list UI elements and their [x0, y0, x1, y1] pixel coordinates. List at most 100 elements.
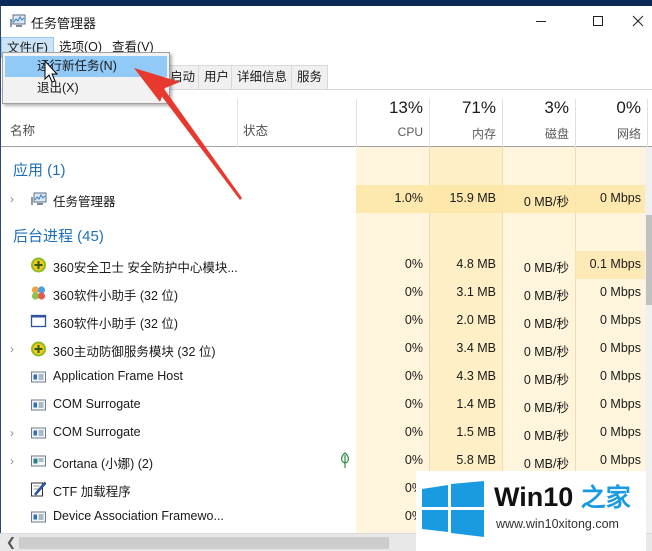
network-value: 0 Mbps — [600, 341, 641, 355]
disk-value: 0 MB/秒 — [523, 261, 569, 275]
maximize-icon — [593, 16, 603, 26]
maximize-button[interactable] — [575, 6, 621, 36]
process-row[interactable]: › 任务管理器 1.0% 15.9 MB 0 MB/秒 0 Mbps — [1, 185, 645, 213]
minimize-icon — [536, 21, 546, 22]
process-name: 360软件小助手 (32 位) — [53, 317, 179, 331]
process-name: Application Frame Host — [53, 369, 183, 383]
close-button[interactable] — [621, 6, 652, 36]
column-divider — [237, 99, 238, 147]
360-shield-icon — [31, 341, 46, 357]
window-title: 任务管理器 — [31, 16, 97, 31]
column-status[interactable]: 状态 — [243, 120, 268, 139]
cpu-value: 0% — [404, 425, 423, 439]
cpu-value: 0% — [404, 397, 423, 411]
app-frame-icon — [31, 427, 46, 439]
network-value: 0.1 Mbps — [589, 257, 641, 271]
watermark-title-en: Win10 — [494, 482, 574, 512]
menu-item-run-new-task[interactable]: 运行新任务(N) — [5, 56, 167, 77]
process-row[interactable]: Application Frame Host 0% 4.3 MB 0 MB/秒 … — [1, 363, 645, 391]
watermark-title: Win10 之家 — [494, 478, 631, 514]
cpu-label: CPU — [397, 125, 423, 139]
column-name[interactable]: 名称 — [10, 120, 35, 139]
cortana-icon — [31, 455, 46, 467]
column-cpu[interactable]: 13% CPU — [353, 98, 423, 139]
tab-services[interactable]: 服务 — [291, 65, 329, 89]
disk-value: 0 MB/秒 — [523, 289, 569, 303]
process-name: 360主动防御服务模块 (32 位) — [53, 345, 216, 359]
column-disk[interactable]: 3% 磁盘 — [499, 98, 569, 142]
memory-value: 2.0 MB — [456, 313, 496, 327]
cpu-value: 0% — [404, 285, 423, 299]
360-apps-icon — [31, 286, 46, 300]
title-bar: 任务管理器 — [1, 6, 652, 36]
network-value: 0 Mbps — [600, 453, 641, 467]
process-row[interactable]: 360软件小助手 (32 位) 0% 3.1 MB 0 MB/秒 0 Mbps — [1, 279, 645, 307]
expand-chevron-icon[interactable]: › — [10, 426, 14, 440]
memory-value: 15.9 MB — [449, 191, 496, 205]
column-network[interactable]: 0% 网络 — [571, 98, 641, 142]
minimize-button[interactable] — [518, 6, 564, 36]
process-row[interactable]: › 360主动防御服务模块 (32 位) 0% 3.4 MB 0 MB/秒 0 … — [1, 335, 645, 363]
process-row[interactable]: 360安全卫士 安全防护中心模块... 0% 4.8 MB 0 MB/秒 0.1… — [1, 251, 645, 279]
process-row[interactable]: COM Surrogate 0% 1.4 MB 0 MB/秒 0 Mbps — [1, 391, 645, 419]
file-menu-dropdown: 运行新任务(N) 退出(X) — [2, 52, 170, 104]
window-icon — [30, 314, 47, 328]
app-frame-icon — [31, 371, 46, 383]
tab-details[interactable]: 详细信息 — [231, 65, 294, 89]
memory-label: 内存 — [471, 127, 496, 141]
horizontal-scroll-thumb[interactable] — [19, 537, 389, 549]
cpu-total-percent: 13% — [388, 98, 423, 117]
column-memory[interactable]: 71% 内存 — [426, 98, 496, 142]
cpu-value: 0% — [404, 313, 423, 327]
group-header-apps: 应用 (1) — [13, 162, 66, 179]
network-value: 0 Mbps — [600, 397, 641, 411]
disk-value: 0 MB/秒 — [523, 401, 569, 415]
expand-chevron-icon[interactable]: › — [10, 454, 14, 468]
cpu-value: 0% — [404, 257, 423, 271]
app-frame-icon — [31, 399, 46, 411]
process-row[interactable]: › COM Surrogate 0% 1.5 MB 0 MB/秒 0 Mbps — [1, 419, 645, 447]
memory-value: 4.3 MB — [456, 369, 496, 383]
cpu-value: 0% — [404, 481, 423, 495]
cpu-value: 0% — [404, 509, 423, 523]
process-name: Cortana (小娜) (2) — [53, 457, 154, 471]
process-row[interactable]: 360软件小助手 (32 位) 0% 2.0 MB 0 MB/秒 0 Mbps — [1, 307, 645, 335]
network-label: 网络 — [616, 127, 641, 141]
menu-item-exit[interactable]: 退出(X) — [5, 78, 167, 99]
expand-chevron-icon[interactable]: › — [10, 192, 14, 206]
scroll-left-arrow-icon[interactable]: ❮ — [6, 535, 16, 549]
process-name: COM Surrogate — [53, 425, 141, 439]
disk-value: 0 MB/秒 — [523, 345, 569, 359]
disk-value: 0 MB/秒 — [523, 373, 569, 387]
disk-value: 0 MB/秒 — [523, 429, 569, 443]
disk-label: 磁盘 — [544, 127, 569, 141]
windows-logo-icon — [422, 481, 484, 537]
process-name: CTF 加载程序 — [53, 485, 131, 499]
expand-chevron-icon[interactable]: › — [10, 342, 14, 356]
memory-value: 1.5 MB — [456, 425, 496, 439]
memory-value: 5.8 MB — [456, 453, 496, 467]
memory-total-percent: 71% — [461, 98, 496, 117]
process-name: Device Association Framewo... — [53, 509, 224, 523]
process-name: 360安全卫士 安全防护中心模块... — [53, 261, 238, 275]
network-value: 0 Mbps — [600, 313, 641, 327]
network-value: 0 Mbps — [600, 191, 641, 205]
vertical-scrollbar[interactable] — [645, 147, 652, 539]
360-shield-icon — [31, 257, 46, 273]
vertical-scroll-thumb[interactable] — [646, 215, 652, 305]
network-total-percent: 0% — [616, 98, 641, 117]
group-header-background: 后台进程 (45) — [13, 228, 104, 245]
watermark: Win10 之家 www.win10xitong.com — [416, 471, 646, 551]
process-name: 360软件小助手 (32 位) — [53, 289, 179, 303]
memory-value: 4.8 MB — [456, 257, 496, 271]
network-value: 0 Mbps — [600, 285, 641, 299]
network-value: 0 Mbps — [600, 425, 641, 439]
leaf-icon — [341, 452, 349, 468]
cpu-value: 1.0% — [394, 191, 424, 205]
task-manager-icon — [31, 192, 47, 205]
column-divider — [647, 99, 648, 147]
disk-value: 0 MB/秒 — [523, 317, 569, 331]
app-frame-icon — [31, 511, 46, 523]
tab-users[interactable]: 用户 — [198, 65, 236, 89]
close-icon — [632, 15, 644, 27]
